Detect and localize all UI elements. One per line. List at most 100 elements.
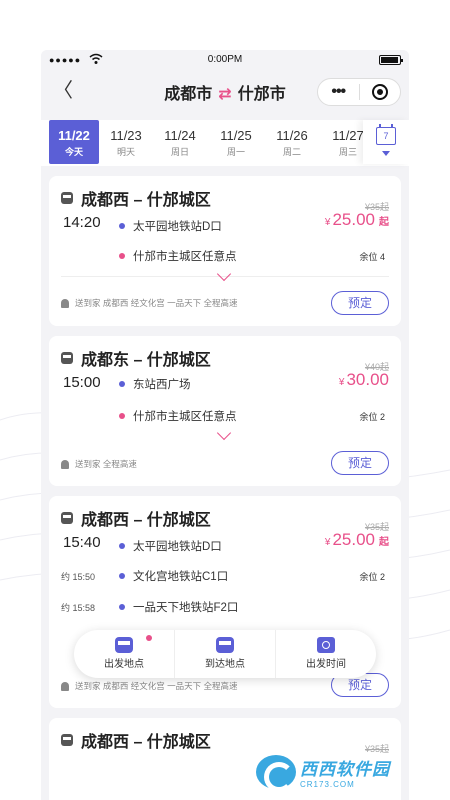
book-button[interactable]: 预定: [331, 291, 389, 315]
departure-time: 15:00: [63, 374, 101, 391]
trip-tags: 送到家 成都西 经文化宫 一品天下 全程高速: [61, 680, 237, 692]
currency-symbol: ¥: [338, 377, 345, 388]
route-title: 成都西 – 什邡城区: [61, 186, 211, 210]
tags-text: 送到家 成都西 经文化宫 一品天下 全程高速: [75, 298, 238, 308]
route-text: 成都东 – 什邡城区: [81, 352, 211, 369]
pickup-dot-icon: [119, 573, 125, 579]
bus-icon: [61, 352, 73, 364]
arrival-bus-icon: [216, 637, 234, 653]
currency-symbol: ¥: [324, 217, 331, 228]
seats-left: 余位 2: [359, 412, 385, 422]
more-icon[interactable]: •••: [318, 83, 359, 101]
dropoff-stop: 什邡市主城区任意点: [119, 408, 237, 424]
notification-dot: [146, 635, 152, 641]
weekday-label: 周一: [226, 147, 245, 157]
bus-icon: [61, 192, 73, 204]
filter-bar: 出发地点 到达地点 出发时间: [74, 630, 376, 678]
pickup-dot-icon: [119, 381, 125, 387]
dropoff-dot-icon: [119, 413, 125, 419]
date-label: 11/22: [58, 128, 90, 143]
date-label: 11/26: [276, 128, 308, 143]
status-time: 0:00PM: [207, 54, 243, 65]
date-tab[interactable]: 11/23 明天: [101, 120, 151, 164]
stop-name: 太平园地铁站D口: [133, 221, 222, 233]
weekday-label: 今天: [64, 147, 83, 157]
watermark-logo-icon: [256, 755, 296, 792]
expand-chevron-icon[interactable]: [216, 266, 232, 282]
dropoff-dot-icon: [119, 253, 125, 259]
weekday-label: 明天: [116, 147, 135, 157]
price-value: 30.00: [346, 370, 389, 389]
to-city[interactable]: 什邡市: [238, 86, 286, 103]
pickup-dot-icon: [119, 604, 125, 610]
nav-bar: 〈 成都市 ⇄ 什邡市 •••: [41, 70, 409, 112]
stop-name: 一品天下地铁站F2口: [133, 602, 239, 614]
battery-icon: [379, 55, 403, 65]
date-tab[interactable]: 11/24 周日: [155, 120, 205, 164]
seats-left: 余位 4: [359, 252, 385, 262]
filter-departure-time[interactable]: 出发时间: [275, 630, 376, 678]
pickup-stop: 一品天下地铁站F2口: [119, 599, 238, 615]
stop-name: 太平园地铁站D口: [133, 541, 222, 553]
departure-time: 15:40: [63, 534, 101, 551]
date-label: 11/25: [220, 128, 252, 143]
weekday-label: 周日: [170, 147, 189, 157]
watermark-text: 西西软件园: [300, 760, 390, 779]
route-text: 成都西 – 什邡城区: [81, 734, 211, 751]
route-text: 成都西 – 什邡城区: [81, 192, 211, 209]
close-capsule-button[interactable]: [359, 84, 400, 100]
stop-eta: 约 15:50: [61, 572, 96, 582]
app-screen: ●●●●● 0:00PM 〈 成都市 ⇄ 什邡市 ••• 11/22 今天 11/2…: [41, 50, 409, 800]
price-value: 25.00: [332, 530, 375, 549]
swap-icon[interactable]: ⇄: [218, 86, 231, 103]
status-bar: ●●●●● 0:00PM: [41, 50, 409, 70]
tags-text: 送到家 全程高速: [75, 459, 137, 469]
weekday-label: 周二: [282, 147, 301, 157]
pickup-stop: 太平园地铁站D口: [119, 538, 222, 554]
trip-card[interactable]: 成都西 – 什邡城区 ¥35起 14:20 ¥25.00 起 太平园地铁站D口 什…: [49, 176, 401, 326]
stop-name: 文化宫地铁站C1口: [133, 571, 229, 583]
date-tab[interactable]: 11/26 周二: [267, 120, 317, 164]
route-text: 成都西 – 什邡城区: [81, 512, 211, 529]
departure-time: 14:20: [63, 214, 101, 231]
mini-program-capsule: •••: [317, 78, 401, 106]
price-suffix: 起: [379, 537, 389, 548]
trip-tags: 送到家 成都西 经文化宫 一品天下 全程高速: [61, 297, 237, 309]
pickup-stop: 东站西广场: [119, 376, 191, 392]
date-label: 11/23: [110, 128, 142, 143]
dropdown-arrow-icon: [382, 151, 390, 156]
departure-bus-icon: [115, 637, 133, 653]
filter-label: 出发时间: [306, 659, 346, 670]
trip-card[interactable]: 成都东 – 什邡城区 ¥40起 15:00 ¥30.00 东站西广场 什邡市主城…: [49, 336, 401, 486]
currency-symbol: ¥: [324, 537, 331, 548]
date-tab-today[interactable]: 11/22 今天: [49, 120, 99, 164]
pickup-stop: 文化宫地铁站C1口: [119, 568, 228, 584]
calendar-button[interactable]: 7: [363, 120, 409, 164]
close-icon: [371, 84, 388, 100]
route-title: 成都西 – 什邡城区: [61, 728, 211, 752]
route-title: 成都东 – 什邡城区: [61, 346, 211, 370]
watermark: 西西软件园 CR173.COM: [256, 752, 436, 792]
expand-chevron-icon[interactable]: [216, 425, 232, 441]
date-tab[interactable]: 11/25 周一: [211, 120, 261, 164]
filter-label: 到达地点: [205, 659, 245, 670]
price: ¥30.00: [339, 370, 389, 390]
calendar-icon: 7: [376, 124, 396, 145]
price: ¥25.00 起: [325, 210, 389, 230]
filter-departure-location[interactable]: 出发地点: [74, 630, 174, 678]
pickup-stop: 太平园地铁站D口: [119, 218, 222, 234]
bell-icon: [61, 459, 69, 469]
date-selector: 11/22 今天 11/23 明天 11/24 周日 11/25 周一 11/2…: [41, 120, 409, 166]
tags-text: 送到家 成都西 经文化宫 一品天下 全程高速: [75, 681, 238, 691]
stop-eta: 约 15:58: [61, 603, 96, 613]
from-city[interactable]: 成都市: [164, 86, 212, 103]
bell-icon: [61, 681, 69, 691]
stop-name: 东站西广场: [133, 379, 191, 391]
seats-left: 余位 2: [359, 572, 385, 582]
pickup-dot-icon: [119, 223, 125, 229]
book-button[interactable]: 预定: [331, 451, 389, 475]
filter-arrival-location[interactable]: 到达地点: [174, 630, 275, 678]
clock-icon: [317, 637, 335, 653]
price: ¥25.00 起: [325, 530, 389, 550]
watermark-url: CR173.COM: [300, 780, 355, 789]
